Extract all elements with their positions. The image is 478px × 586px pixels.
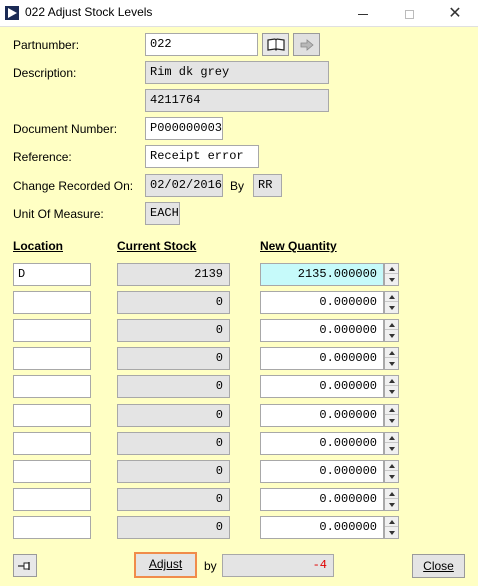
- location-input[interactable]: [13, 516, 91, 539]
- location-input[interactable]: [13, 319, 91, 342]
- uom-label: Unit Of Measure:: [13, 207, 104, 221]
- location-input[interactable]: [13, 347, 91, 370]
- current-stock-cell: 0: [117, 488, 230, 511]
- current-stock-cell: 0: [117, 460, 230, 483]
- docnum-label: Document Number:: [13, 122, 118, 136]
- minimize-icon: [358, 13, 368, 15]
- spin-down-icon[interactable]: [385, 528, 398, 538]
- quantity-spinner[interactable]: [384, 460, 399, 483]
- quantity-spinner[interactable]: [384, 375, 399, 398]
- quantity-spinner[interactable]: [384, 404, 399, 427]
- description2-field: 4211764: [145, 89, 329, 112]
- description-field: Rim dk grey: [145, 61, 329, 84]
- lookup-button[interactable]: [262, 33, 289, 56]
- spin-up-icon[interactable]: [385, 292, 398, 302]
- spin-down-icon[interactable]: [385, 500, 398, 510]
- changed-on-label: Change Recorded On:: [13, 179, 134, 193]
- location-input[interactable]: [13, 488, 91, 511]
- maximize-icon: [404, 9, 414, 19]
- description-label: Description:: [13, 66, 77, 80]
- pin-button[interactable]: [13, 554, 37, 577]
- new-quantity-input[interactable]: 0.000000: [260, 516, 384, 539]
- book-icon: [266, 37, 285, 51]
- docnum-input[interactable]: P000000003: [145, 117, 223, 140]
- current-stock-cell: 0: [117, 404, 230, 427]
- quantity-spinner[interactable]: [384, 488, 399, 511]
- location-input[interactable]: [13, 404, 91, 427]
- quantity-spinner[interactable]: [384, 347, 399, 370]
- go-button[interactable]: [293, 33, 320, 56]
- quantity-spinner[interactable]: [384, 263, 399, 286]
- window-title: 022 Adjust Stock Levels: [25, 5, 153, 19]
- current-stock-cell: 2139: [117, 263, 230, 286]
- location-input[interactable]: D: [13, 263, 91, 286]
- location-input[interactable]: [13, 460, 91, 483]
- minimize-button[interactable]: [340, 0, 386, 27]
- partnumber-label: Partnumber:: [13, 38, 80, 52]
- close-button[interactable]: Close: [412, 554, 465, 578]
- changed-date-field: 02/02/2016: [145, 174, 223, 197]
- spin-up-icon[interactable]: [385, 320, 398, 330]
- spin-down-icon[interactable]: [385, 303, 398, 313]
- close-window-button[interactable]: ✕: [432, 0, 478, 27]
- adjust-button[interactable]: Adjust: [134, 552, 197, 578]
- spin-up-icon[interactable]: [385, 489, 398, 499]
- pin-icon: [18, 561, 30, 570]
- title-bar: 022 Adjust Stock Levels ✕: [0, 0, 478, 27]
- new-quantity-input[interactable]: 0.000000: [260, 375, 384, 398]
- spin-up-icon[interactable]: [385, 348, 398, 358]
- quantity-spinner[interactable]: [384, 291, 399, 314]
- new-quantity-input[interactable]: 0.000000: [260, 347, 384, 370]
- close-icon: ✕: [448, 5, 462, 22]
- quantity-spinner[interactable]: [384, 516, 399, 539]
- uom-field: EACH: [145, 202, 180, 225]
- spin-down-icon[interactable]: [385, 359, 398, 369]
- reference-label: Reference:: [13, 150, 72, 164]
- new-quantity-input[interactable]: 0.000000: [260, 460, 384, 483]
- spin-up-icon[interactable]: [385, 405, 398, 415]
- location-header: Location: [13, 239, 63, 253]
- maximize-button[interactable]: [386, 0, 432, 27]
- adjust-amount-field: -4: [222, 554, 334, 577]
- app-icon: [5, 6, 19, 20]
- footer-by-label: by: [204, 559, 217, 573]
- spin-down-icon[interactable]: [385, 444, 398, 454]
- location-input[interactable]: [13, 291, 91, 314]
- location-input[interactable]: [13, 375, 91, 398]
- spin-up-icon[interactable]: [385, 517, 398, 527]
- current-stock-cell: 0: [117, 516, 230, 539]
- new-quantity-input[interactable]: 2135.000000: [260, 263, 384, 286]
- current-stock-cell: 0: [117, 291, 230, 314]
- quantity-spinner[interactable]: [384, 432, 399, 455]
- new-quantity-input[interactable]: 0.000000: [260, 319, 384, 342]
- spin-down-icon[interactable]: [385, 472, 398, 482]
- current-stock-header: Current Stock: [117, 239, 197, 253]
- new-quantity-input[interactable]: 0.000000: [260, 404, 384, 427]
- current-stock-cell: 0: [117, 432, 230, 455]
- close-button-label: Close: [423, 559, 454, 573]
- spin-down-icon[interactable]: [385, 331, 398, 341]
- current-stock-cell: 0: [117, 375, 230, 398]
- by-label: By: [230, 179, 245, 193]
- spin-up-icon[interactable]: [385, 376, 398, 386]
- new-quantity-input[interactable]: 0.000000: [260, 432, 384, 455]
- current-stock-cell: 0: [117, 347, 230, 370]
- spin-down-icon[interactable]: [385, 387, 398, 397]
- quantity-spinner[interactable]: [384, 319, 399, 342]
- spin-down-icon[interactable]: [385, 275, 398, 285]
- spin-up-icon[interactable]: [385, 433, 398, 443]
- current-stock-cell: 0: [117, 319, 230, 342]
- spin-up-icon[interactable]: [385, 264, 398, 274]
- changed-by-field: RR: [253, 174, 282, 197]
- partnumber-input[interactable]: 022: [145, 33, 258, 56]
- spin-down-icon[interactable]: [385, 416, 398, 426]
- arrow-right-icon: [300, 38, 314, 51]
- new-quantity-header: New Quantity: [260, 239, 337, 253]
- adjust-button-label: Adjust: [148, 557, 183, 571]
- reference-input[interactable]: Receipt error: [145, 145, 259, 168]
- location-input[interactable]: [13, 432, 91, 455]
- new-quantity-input[interactable]: 0.000000: [260, 488, 384, 511]
- new-quantity-input[interactable]: 0.000000: [260, 291, 384, 314]
- spin-up-icon[interactable]: [385, 461, 398, 471]
